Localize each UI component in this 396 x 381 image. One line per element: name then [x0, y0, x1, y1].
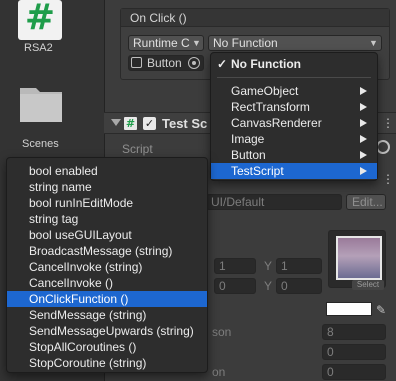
chevron-down-icon: ▼	[369, 38, 378, 48]
chevron-right-icon	[360, 87, 367, 95]
folder-icon[interactable]	[18, 80, 64, 124]
menu-item-bool-useguilayout[interactable]: bool useGUILayout	[7, 227, 207, 243]
menu-item-broadcastmessage[interactable]: BroadcastMessage (string)	[7, 243, 207, 259]
menu-item-gameobject[interactable]: GameObject	[211, 83, 377, 99]
chevron-down-icon: ▼	[192, 38, 201, 48]
menu-item-string-name[interactable]: string name	[7, 179, 207, 195]
object-picker-icon[interactable]	[188, 57, 200, 69]
texture-preview-image	[336, 236, 382, 280]
onclick-event-title: On Click ()	[130, 11, 187, 25]
menu-item-string-tag[interactable]: string tag	[7, 211, 207, 227]
chevron-right-icon	[360, 167, 367, 175]
asset-label-scenes[interactable]: Scenes	[22, 138, 59, 150]
vector-y-field[interactable]: 1	[276, 258, 322, 274]
button-component-icon	[131, 57, 142, 68]
y-axis-label-2: Y	[264, 279, 273, 293]
chevron-right-icon	[360, 151, 367, 159]
menu-item-onclickfunction[interactable]: OnClickFunction ()	[7, 291, 207, 307]
chevron-right-icon	[360, 119, 367, 127]
menu-item-sendmessage[interactable]: SendMessage (string)	[7, 307, 207, 323]
y-axis-label: Y	[264, 259, 273, 273]
color-swatch[interactable]	[326, 302, 372, 316]
texture-select-button[interactable]: Select	[352, 280, 384, 290]
menu-item-stopcoroutine[interactable]: StopCoroutine (string)	[7, 355, 207, 371]
asset-label-rsa2[interactable]: RSA2	[24, 42, 53, 54]
vector-y-field-2[interactable]: 0	[276, 278, 322, 294]
number-field-8[interactable]: 8	[322, 324, 386, 340]
menu-item-image[interactable]: Image	[211, 131, 377, 147]
eyedropper-icon[interactable]: ✎	[376, 303, 386, 317]
edit-button[interactable]: Edit...	[346, 194, 386, 210]
menu-item-bool-runineditmode[interactable]: bool runInEditMode	[7, 195, 207, 211]
menu-item-button[interactable]: Button	[211, 147, 377, 163]
chevron-right-icon	[360, 135, 367, 143]
menu-item-canvasrenderer[interactable]: CanvasRenderer	[211, 115, 377, 131]
menu-item-cancelinvoke[interactable]: CancelInvoke ()	[7, 275, 207, 291]
menu-separator	[217, 77, 371, 78]
field-label-on: on	[212, 365, 226, 379]
csharp-script-icon: #	[124, 117, 137, 130]
csharp-script-icon[interactable]: #	[18, 0, 62, 40]
vector-x-field[interactable]: 1	[214, 258, 256, 274]
menu-item-bool-enabled[interactable]: bool enabled	[7, 163, 207, 179]
chevron-right-icon	[360, 103, 367, 111]
menu-item-recttransform[interactable]: RectTransform	[211, 99, 377, 115]
kebab-menu-icon[interactable]: ⋮	[382, 172, 394, 186]
menu-item-stopallcoroutines[interactable]: StopAllCoroutines ()	[7, 339, 207, 355]
component-enabled-checkbox[interactable]: ✓	[143, 117, 156, 130]
menu-item-sendmessageupwards[interactable]: SendMessageUpwards (string)	[7, 323, 207, 339]
component-title: Test Sc	[162, 116, 208, 131]
member-menu: bool enabled string name bool runInEditM…	[6, 157, 208, 373]
material-field[interactable]: UI/Default	[206, 194, 342, 210]
vector-x-field-2[interactable]: 0	[214, 278, 256, 294]
menu-item-cancelinvoke-string[interactable]: CancelInvoke (string)	[7, 259, 207, 275]
script-field-label: Script	[122, 142, 153, 156]
menu-item-no-function[interactable]: ✓ No Function	[211, 56, 377, 72]
menu-item-testscript[interactable]: TestScript	[211, 163, 377, 179]
function-dropdown[interactable]: No Function	[208, 35, 382, 51]
number-field-0b[interactable]: 0	[322, 364, 386, 380]
number-field-0[interactable]: 0	[322, 344, 386, 360]
settings-icon[interactable]	[376, 140, 390, 154]
function-menu: ✓ No Function GameObject RectTransform C…	[210, 52, 378, 181]
foldout-arrow-icon[interactable]	[111, 119, 121, 126]
field-label-son: son	[212, 325, 232, 339]
kebab-menu-icon[interactable]: ⋮	[382, 116, 394, 130]
checkmark-icon: ✓	[217, 57, 228, 71]
